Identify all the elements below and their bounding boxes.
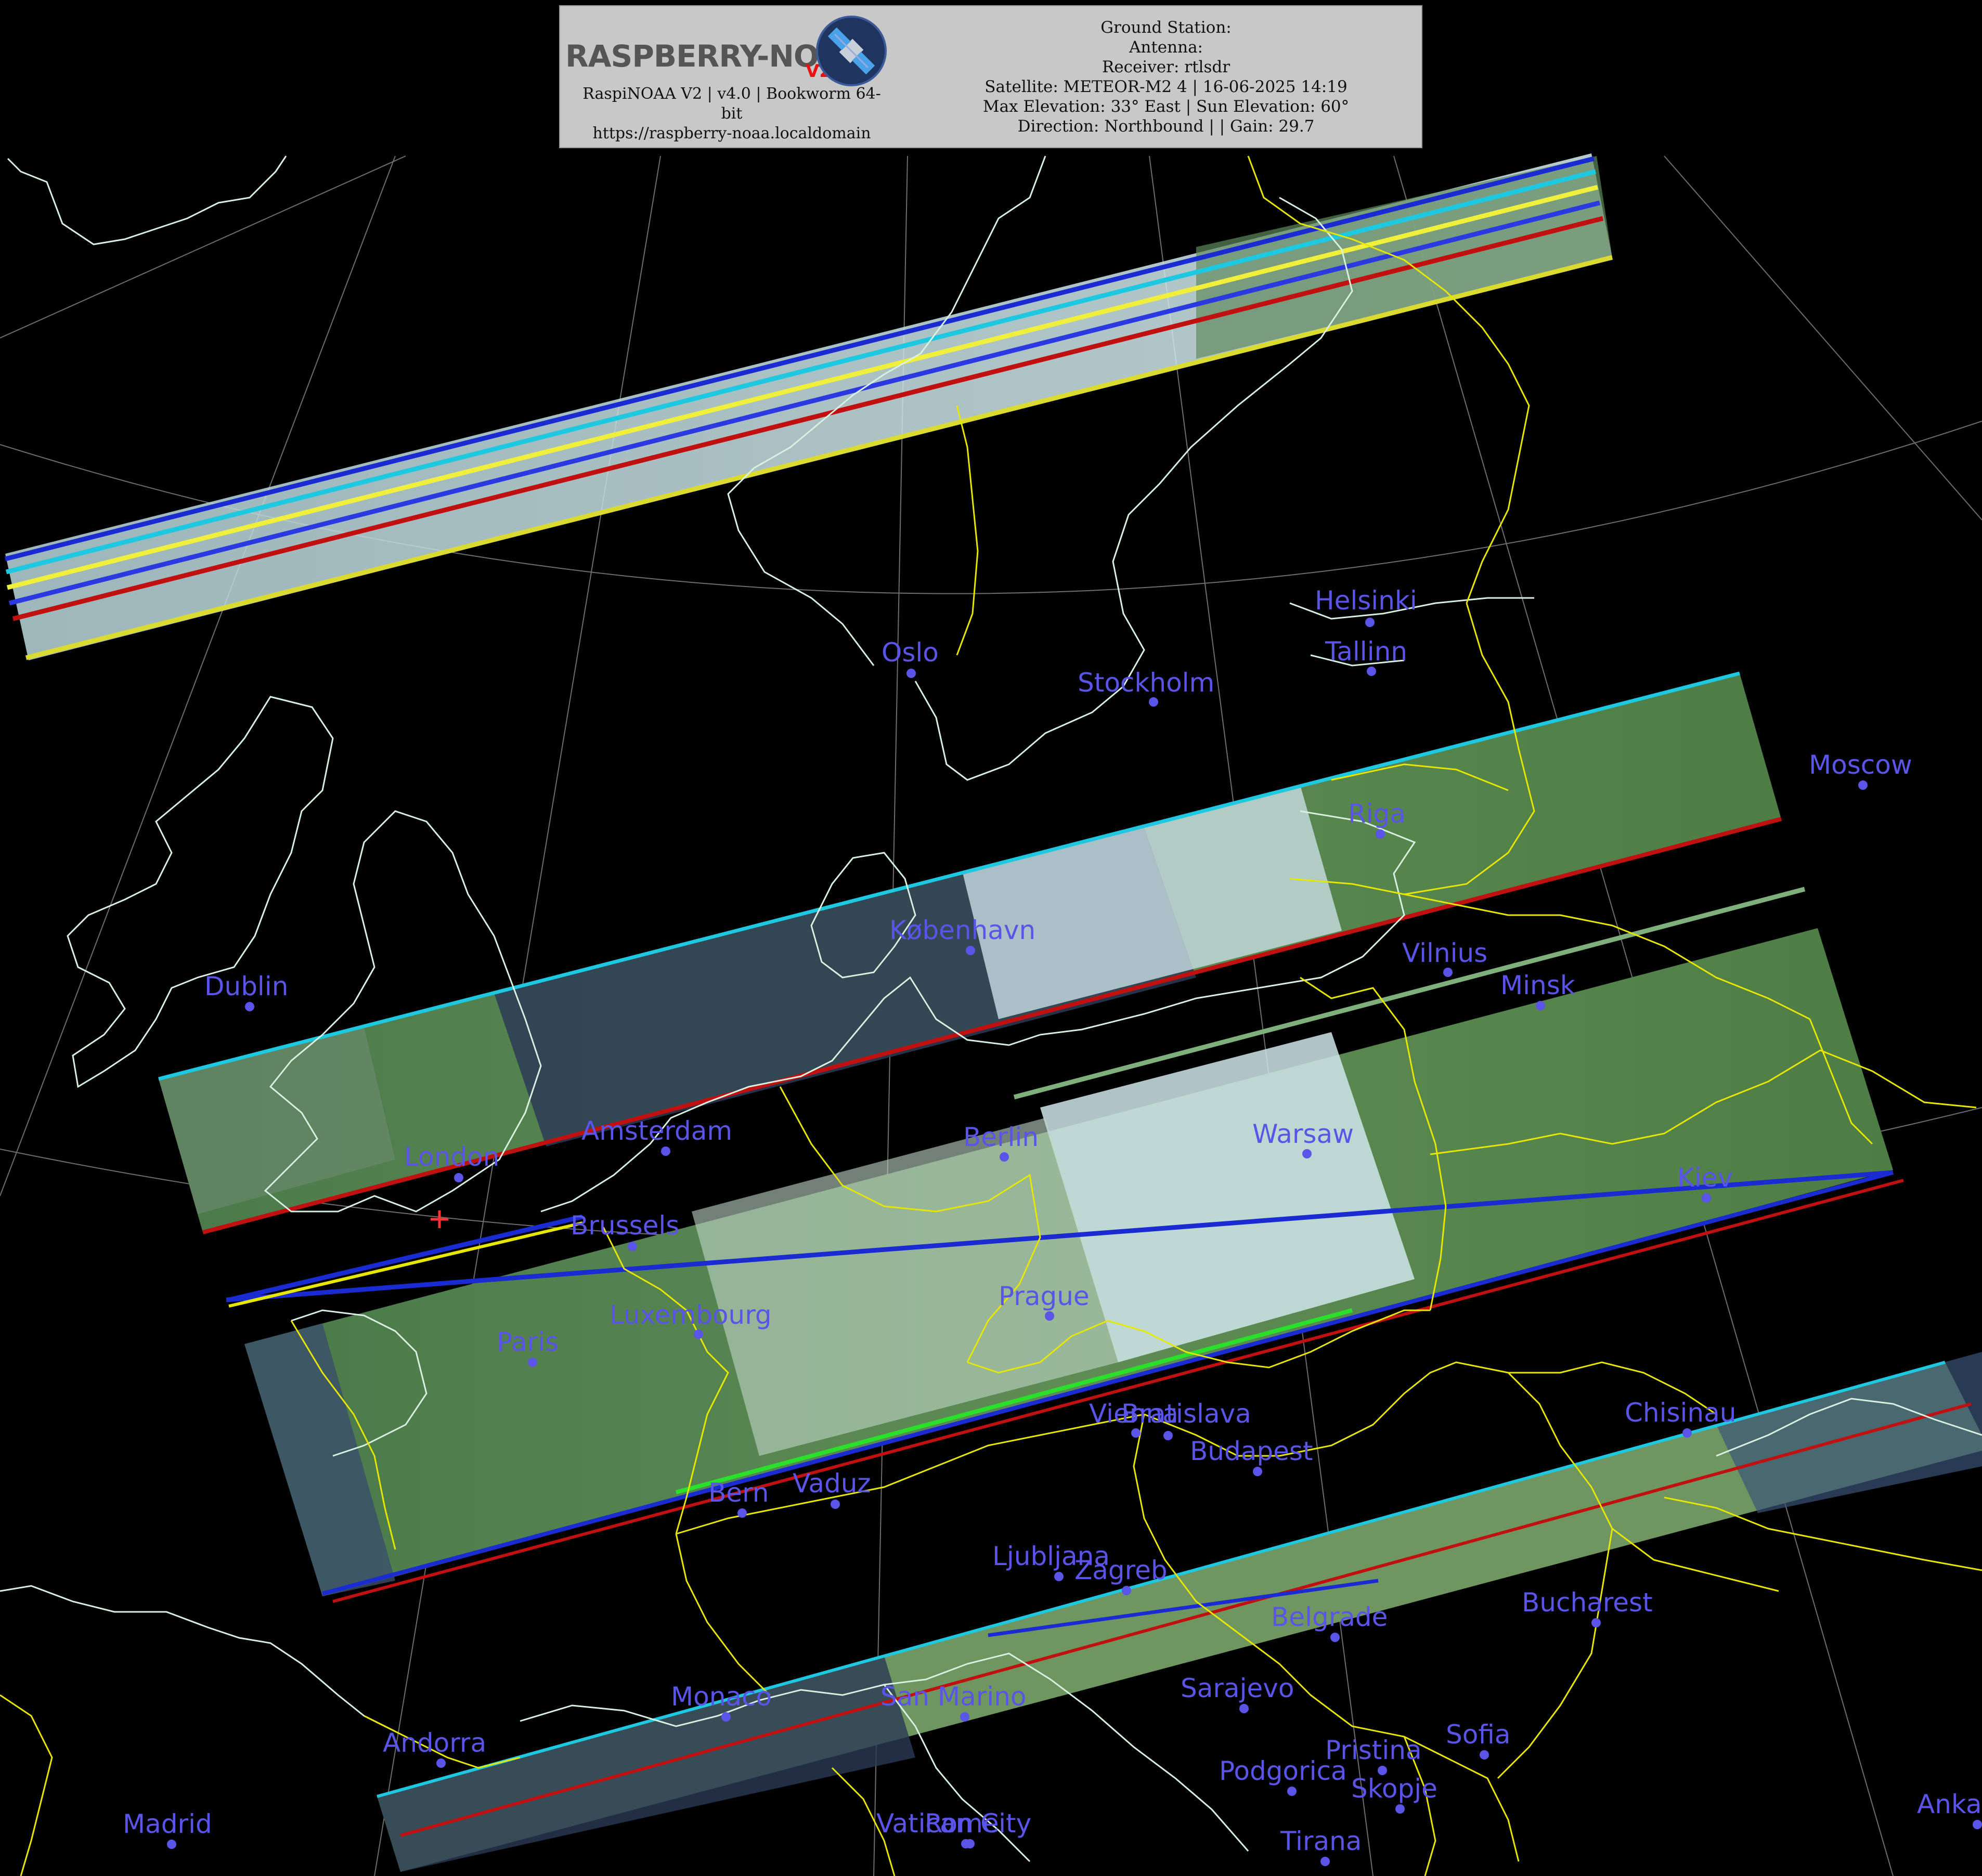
city-label: San Marino: [880, 1682, 1026, 1712]
city-label: Skopje: [1351, 1774, 1437, 1804]
city-dot: [1287, 1787, 1297, 1796]
elevation-line: Max Elevation: 33° East | Sun Elevation:…: [982, 97, 1350, 116]
city-dot: [694, 1330, 703, 1339]
city-label: Podgorica: [1219, 1756, 1347, 1786]
city-label: Prague: [999, 1281, 1090, 1311]
city-label: Tallinn: [1325, 636, 1407, 667]
city-label: København: [889, 915, 1035, 945]
city-label: Monaco: [671, 1682, 772, 1712]
city-dot: [1302, 1149, 1312, 1158]
city-label: Madrid: [123, 1809, 212, 1839]
city-label: Budapest: [1190, 1436, 1313, 1466]
city-dot: [1054, 1572, 1064, 1581]
city-label: Luxembourg: [610, 1300, 772, 1330]
city-label: Riga: [1348, 799, 1406, 829]
city-dot: [1858, 780, 1868, 790]
city-dot: [628, 1242, 637, 1251]
city-label: Sofia: [1446, 1719, 1510, 1750]
city-dot: [960, 1712, 969, 1722]
city-label: Andorra: [383, 1728, 486, 1758]
city-dot: [436, 1758, 446, 1768]
city-label: Minsk: [1500, 970, 1575, 1000]
city-dot: [1320, 1857, 1330, 1866]
city-dot: [1365, 618, 1375, 627]
city-dot: [1702, 1193, 1711, 1203]
city-dot: [1443, 968, 1453, 977]
ground-station-line: Ground Station:: [1100, 18, 1232, 37]
city-dot: [1330, 1633, 1340, 1642]
info-left-line-3: https://raspberry-noaa.localdomain: [592, 124, 871, 142]
city-label: Stockholm: [1078, 668, 1214, 698]
city-label: Warsaw: [1252, 1119, 1354, 1149]
city-dot: [1591, 1618, 1601, 1627]
city-label: London: [404, 1142, 499, 1172]
city-label: Ankara: [1917, 1789, 1982, 1819]
satellite-pass-map: Oslo Stockholm Helsinki Tallinn Moscow Riga Kø…: [0, 0, 1982, 1876]
city-label: Bucharest: [1522, 1587, 1653, 1618]
city-dot: [1367, 667, 1376, 676]
city-label: Tirana: [1280, 1826, 1362, 1856]
city-dot: [1131, 1428, 1141, 1438]
city-label: Belgrade: [1271, 1602, 1388, 1632]
city-dot: [1480, 1750, 1489, 1760]
city-dot: [721, 1712, 731, 1722]
city-label: Zagreb: [1074, 1555, 1168, 1585]
city-dot: [906, 669, 916, 678]
city-dot: [737, 1508, 747, 1518]
city-label: Berlin: [963, 1122, 1039, 1152]
city-label: Bratislava: [1121, 1399, 1251, 1429]
city-dot: [528, 1358, 537, 1367]
pass-info-header: RASPBERRY-NOAA V2 RaspiNOAA V2 | v4.0 | …: [559, 5, 1422, 148]
city-label: Vilnius: [1402, 938, 1487, 968]
city-dot: [1045, 1311, 1054, 1321]
station-info-left: RaspiNOAA V2 | v4.0 | Bookworm 64- bit h…: [560, 84, 903, 144]
city-label: Sarajevo: [1181, 1673, 1294, 1703]
city-label: Moscow: [1809, 750, 1912, 780]
city-dot: [1122, 1586, 1131, 1595]
city-dot: [454, 1173, 463, 1182]
city-label: Vaduz: [793, 1468, 871, 1499]
direction-line: Direction: Northbound | | Gain: 29.7: [1017, 117, 1315, 136]
city-dot: [831, 1500, 840, 1509]
city-label: Brussels: [571, 1210, 679, 1241]
city-label: Amsterdam: [581, 1116, 732, 1146]
city-dot: [1253, 1467, 1262, 1476]
city-dot: [1395, 1804, 1405, 1814]
city-label: Kiev: [1677, 1163, 1733, 1193]
city-dot: [167, 1840, 176, 1849]
city-label: Dublin: [204, 971, 288, 1001]
city-dot: [661, 1147, 670, 1156]
city-label: Helsinki: [1315, 585, 1417, 616]
city-label: Oslo: [882, 637, 939, 668]
city-label: Rome: [925, 1808, 999, 1839]
city-dot: [1682, 1428, 1692, 1438]
city-dot: [1163, 1431, 1173, 1440]
city-label: Chisinau: [1625, 1398, 1736, 1428]
city-label: Paris: [497, 1327, 559, 1357]
city-dot: [1000, 1152, 1009, 1162]
city-dot: [1149, 697, 1158, 707]
city-dot: [1239, 1704, 1249, 1713]
satellite-icon: [816, 16, 887, 86]
receiver-line: Receiver: rtlsdr: [1102, 58, 1230, 76]
city-dot: [245, 1002, 254, 1011]
info-left-line-2: bit: [721, 105, 743, 123]
satellite-line: Satellite: METEOR-M2 4 | 16-06-2025 14:1…: [984, 77, 1348, 96]
info-left-line-1: RaspiNOAA V2 | v4.0 | Bookworm 64-: [582, 85, 881, 103]
raspberry-noaa-logo: RASPBERRY-NOAA V2: [565, 11, 903, 86]
pass-details: Ground Station: Antenna: Receiver: rtlsd…: [919, 18, 1413, 136]
city-dot: [1973, 1820, 1982, 1829]
city-dot: [1376, 829, 1385, 839]
antenna-line: Antenna:: [1129, 38, 1203, 57]
city-dot: [1536, 1001, 1545, 1010]
city-label: Bern: [708, 1478, 769, 1508]
city-dot: [966, 946, 975, 955]
city-dot: [965, 1839, 975, 1848]
